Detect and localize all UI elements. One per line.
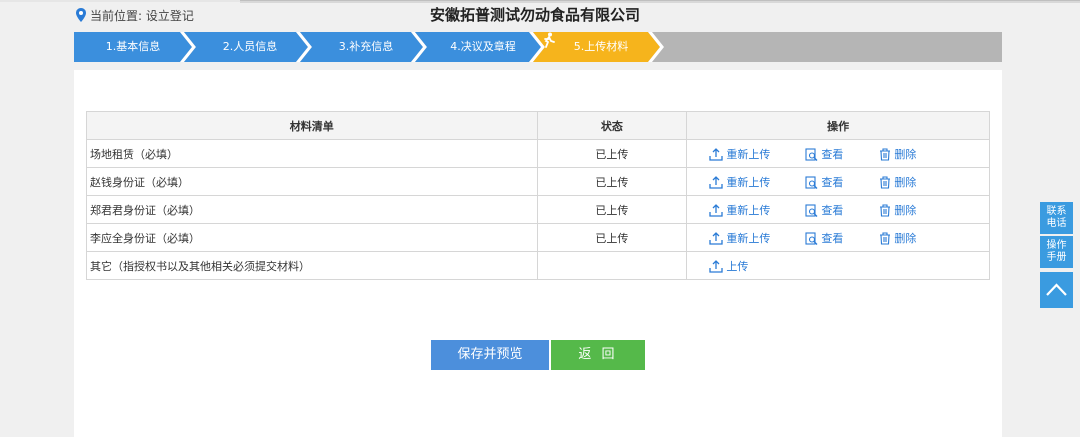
manual-label-1: 操作 (1046, 240, 1067, 251)
trash-icon (880, 231, 891, 245)
reupload-button[interactable]: 重新上传 (709, 174, 770, 190)
view-button[interactable]: 查看 (805, 174, 843, 190)
material-actions: 重新上传 查看 删除 (686, 223, 990, 252)
material-actions: 重新上传 查看 删除 (686, 167, 990, 196)
material-actions: 重新上传 查看 删除 (686, 139, 990, 168)
delete-button[interactable]: 删除 (879, 230, 916, 246)
material-status: 已上传 (536, 139, 688, 168)
material-name: 场地租赁（必填） (86, 139, 538, 168)
upload-icon (709, 231, 723, 245)
delete-label: 删除 (894, 148, 917, 161)
contact-label-2: 电话 (1046, 218, 1067, 229)
view-icon (805, 175, 818, 189)
breadcrumb: 当前位置: 设立登记 (75, 7, 194, 23)
trash-icon (880, 203, 891, 217)
view-button[interactable]: 查看 (805, 202, 843, 218)
upload-icon (709, 259, 723, 273)
material-name: 李应全身份证（必填） (86, 223, 538, 252)
material-status (536, 251, 688, 280)
table-row: 李应全身份证（必填） 已上传 重新上传 查看 删除 (86, 223, 990, 252)
reupload-button[interactable]: 重新上传 (709, 202, 770, 218)
table-row: 赵钱身份证（必填） 已上传 重新上传 查看 删除 (86, 167, 990, 196)
material-name: 其它（指授权书以及其他相关必须提交材料） (86, 251, 538, 280)
view-button[interactable]: 查看 (805, 230, 843, 246)
step-5-label: 5.上传材料 (573, 40, 629, 53)
save-preview-button[interactable]: 保存并预览 (431, 340, 549, 370)
view-label: 查看 (821, 176, 844, 189)
step-4[interactable]: 4.决议及章程 (424, 32, 542, 62)
material-actions: 上传 (686, 251, 990, 280)
trash-icon (880, 147, 891, 161)
view-label: 查看 (821, 204, 844, 217)
chevron-up-icon (1046, 283, 1067, 296)
col-header-actions: 操作 (686, 111, 990, 140)
material-name: 郑君君身份证（必填） (86, 195, 538, 224)
col-header-materials: 材料清单 (86, 111, 538, 140)
col-header-status: 状态 (536, 111, 688, 140)
table-row: 郑君君身份证（必填） 已上传 重新上传 查看 删除 (86, 195, 990, 224)
material-name: 赵钱身份证（必填） (86, 167, 538, 196)
delete-label: 删除 (894, 204, 917, 217)
trash-icon (880, 175, 891, 189)
progress-steps: 1.基本信息 2.人员信息 3.补充信息 4.决议及章程 5.上传材料 (74, 32, 1002, 62)
table-header-row: 材料清单 状态 操作 (86, 111, 990, 140)
delete-button[interactable]: 删除 (879, 146, 916, 162)
materials-table: 材料清单 状态 操作 场地租赁（必填） 已上传 重新上传 查看 删除 赵钱身份证… (86, 111, 990, 280)
upload-button[interactable]: 上传 (709, 258, 748, 274)
material-actions: 重新上传 查看 删除 (686, 195, 990, 224)
material-status: 已上传 (536, 195, 688, 224)
breadcrumb-text: 当前位置: 设立登记 (90, 8, 194, 23)
contact-phone-button[interactable]: 联系 电话 (1040, 202, 1073, 234)
view-label: 查看 (821, 232, 844, 245)
upload-icon (709, 203, 723, 217)
step-2[interactable]: 2.人员信息 (192, 32, 308, 62)
table-row: 场地租赁（必填） 已上传 重新上传 查看 删除 (86, 139, 990, 168)
view-label: 查看 (821, 148, 844, 161)
delete-label: 删除 (894, 176, 917, 189)
material-status: 已上传 (536, 167, 688, 196)
reupload-label: 重新上传 (726, 204, 771, 217)
back-to-top-button[interactable] (1040, 272, 1073, 308)
user-manual-button[interactable]: 操作 手册 (1040, 236, 1073, 268)
upload-icon (709, 147, 723, 161)
reupload-button[interactable]: 重新上传 (709, 146, 770, 162)
view-icon (805, 147, 818, 161)
reupload-label: 重新上传 (726, 232, 771, 245)
delete-button[interactable]: 删除 (879, 174, 916, 190)
table-row: 其它（指授权书以及其他相关必须提交材料） 上传 (86, 251, 990, 280)
step-5-current[interactable]: 5.上传材料 (542, 32, 660, 62)
reupload-button[interactable]: 重新上传 (709, 230, 770, 246)
material-status: 已上传 (536, 223, 688, 252)
upload-icon (709, 175, 723, 189)
step-3[interactable]: 3.补充信息 (308, 32, 424, 62)
main-panel: 材料清单 状态 操作 场地租赁（必填） 已上传 重新上传 查看 删除 赵钱身份证… (74, 70, 1002, 437)
top-border-left (0, 0, 240, 2)
view-button[interactable]: 查看 (805, 146, 843, 162)
back-button[interactable]: 返 回 (551, 340, 645, 370)
location-pin-icon (76, 8, 86, 22)
delete-label: 删除 (894, 232, 917, 245)
delete-button[interactable]: 删除 (879, 202, 916, 218)
page-title: 安徽拓普测试勿动食品有限公司 (429, 6, 640, 24)
top-border (240, 0, 1080, 3)
reupload-label: 重新上传 (726, 176, 771, 189)
manual-label-2: 手册 (1046, 252, 1067, 263)
view-icon (805, 203, 818, 217)
view-icon (805, 231, 818, 245)
step-1[interactable]: 1.基本信息 (74, 32, 192, 62)
contact-label-1: 联系 (1046, 206, 1067, 217)
upload-label: 上传 (726, 260, 749, 273)
reupload-label: 重新上传 (726, 148, 771, 161)
runner-icon (544, 32, 555, 48)
